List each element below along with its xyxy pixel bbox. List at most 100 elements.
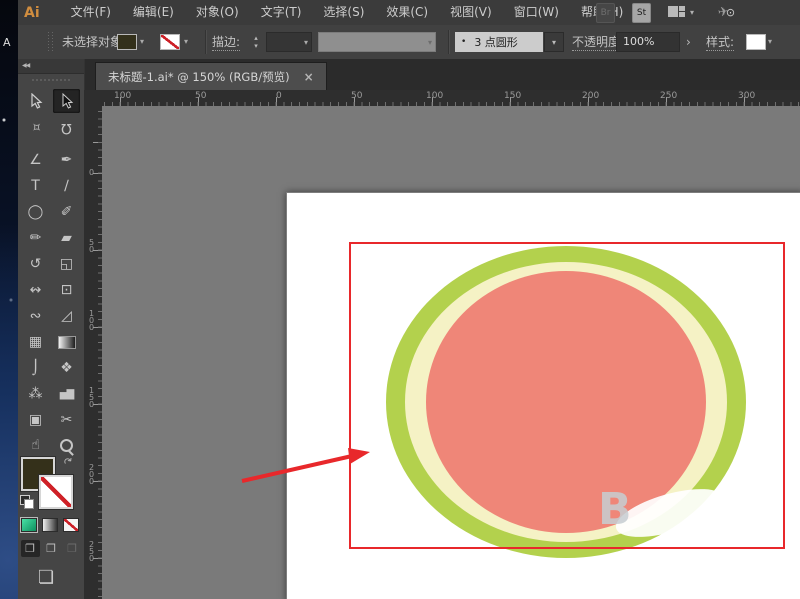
gradient-tool[interactable] — [53, 330, 80, 354]
opacity-input[interactable]: 100% — [616, 32, 680, 52]
eyedropper-tool[interactable]: ⌡ — [22, 356, 49, 380]
draw-inside-button[interactable]: ❐ — [63, 540, 82, 557]
panel-grip[interactable] — [48, 32, 54, 52]
hand-tool[interactable]: ☝ — [22, 433, 49, 457]
workspace-grid-icon — [668, 6, 686, 18]
width-icon: ↭ — [30, 282, 42, 298]
gradient-button[interactable] — [42, 518, 58, 532]
stroke-color-swatch[interactable] — [160, 34, 180, 50]
fill-chevron-icon[interactable]: ▾ — [140, 37, 144, 46]
ruler-tick-label: 0 — [276, 91, 282, 101]
free-transform-tool[interactable]: ⊡ — [53, 278, 80, 302]
eraser-tool[interactable]: ▰ — [53, 226, 80, 250]
gradient-icon — [58, 336, 76, 349]
menu-type[interactable]: 文字(T) — [250, 0, 313, 25]
mesh-tool[interactable]: ▦ — [22, 330, 49, 354]
menu-edit[interactable]: 编辑(E) — [122, 0, 185, 25]
style-swatch[interactable] — [746, 34, 766, 50]
stroke-weight-stepper[interactable]: ▴▾ — [250, 32, 262, 52]
column-graph-tool[interactable]: ▅▇ — [53, 382, 80, 406]
draw-behind-button[interactable]: ❐ — [42, 540, 61, 557]
symbol-sprayer-tool[interactable]: ⁂ — [22, 382, 49, 406]
eraser-icon: ▰ — [61, 230, 72, 246]
paint-type-buttons — [21, 518, 81, 532]
canvas-area[interactable]: B — [102, 106, 800, 599]
rotate-icon: ↺ — [30, 256, 42, 272]
stepper-down-icon[interactable]: ▾ — [254, 42, 258, 50]
line-segment-tool[interactable]: ∕ — [53, 174, 80, 198]
vertical-ruler[interactable]: 0 50 100 150 200 250 — [84, 106, 103, 599]
divider — [448, 30, 450, 54]
scale-icon: ◱ — [60, 256, 73, 272]
brush-chevron-button[interactable]: ▾ — [544, 32, 564, 52]
panel-drag-handle[interactable] — [32, 76, 70, 84]
color-button[interactable] — [21, 518, 37, 532]
shape-builder-tool[interactable]: ∾ — [22, 304, 49, 328]
paintbrush-tool[interactable]: ✐ — [53, 200, 80, 224]
desktop-background: A — [0, 0, 18, 599]
stock-badge-icon[interactable]: St — [632, 3, 651, 23]
document-tab[interactable]: 未标题-1.ai* @ 150% (RGB/预览) × — [95, 62, 327, 91]
perspective-grid-icon: ◿ — [61, 308, 72, 324]
ruler-tick-label: 100 — [114, 91, 131, 101]
menu-select[interactable]: 选择(S) — [312, 0, 375, 25]
scale-tool[interactable]: ◱ — [53, 252, 80, 276]
stroke-chevron-icon[interactable]: ▾ — [184, 37, 188, 46]
stroke-color-box[interactable] — [39, 475, 73, 509]
menu-file[interactable]: 文件(F) — [60, 0, 122, 25]
workspace-switcher-icon[interactable]: ▾ — [668, 3, 694, 21]
slice-tool[interactable]: ✂ — [53, 408, 80, 432]
type-tool[interactable]: T — [22, 174, 49, 198]
artboard-tool[interactable]: ▣ — [22, 408, 49, 432]
stepper-up-icon[interactable]: ▴ — [254, 34, 258, 42]
pen-tool[interactable]: ∠ — [22, 148, 49, 172]
blend-tool[interactable]: ❖ — [53, 356, 80, 380]
lasso-tool[interactable]: Ω — [53, 116, 80, 140]
width-tool[interactable]: ↭ — [22, 278, 49, 302]
rotate-tool[interactable]: ↺ — [22, 252, 49, 276]
pencil-tool[interactable]: ✏ — [22, 226, 49, 250]
curvature-pen-tool[interactable]: ✒ — [53, 148, 80, 172]
horizontal-ruler[interactable]: 100 50 0 50 100 150 200 250 300 — [102, 90, 800, 107]
tab-close-button[interactable]: × — [304, 70, 314, 84]
illustrator-window: A Ai 文件(F) 编辑(E) 对象(O) 文字(T) 选择(S) 效果(C)… — [0, 0, 800, 599]
style-label[interactable]: 样式: — [706, 25, 734, 59]
ruler-tick-label: 100 — [426, 91, 443, 101]
ruler-tick-label: 50 — [351, 91, 362, 101]
ellipse-tool[interactable]: ◯ — [22, 200, 49, 224]
screen-mode-button[interactable]: ❏ — [38, 567, 54, 588]
menu-effect[interactable]: 效果(C) — [375, 0, 439, 25]
style-chevron-icon[interactable]: ▾ — [768, 37, 772, 46]
menu-object[interactable]: 对象(O) — [185, 0, 250, 25]
stroke-weight-select[interactable]: ▾ — [266, 32, 312, 52]
mesh-icon: ▦ — [29, 334, 42, 350]
perspective-grid-tool[interactable]: ◿ — [53, 304, 80, 328]
divider — [205, 30, 207, 54]
brush-definition-select[interactable]: • 3 点圆形 — [455, 32, 543, 52]
pen-icon: ∠ — [29, 152, 42, 168]
default-fill-stroke-icon[interactable] — [20, 495, 34, 509]
share-button[interactable]: ✈ ⊙ — [718, 3, 735, 21]
magic-wand-tool[interactable]: ✧ — [22, 116, 49, 140]
menu-view[interactable]: 视图(V) — [439, 0, 503, 25]
artboard-icon: ▣ — [29, 412, 42, 428]
paintbrush-icon: ✐ — [61, 204, 73, 220]
bridge-badge-icon[interactable]: Br — [596, 3, 615, 23]
none-button[interactable] — [63, 518, 79, 532]
fill-color-swatch[interactable] — [117, 34, 137, 50]
menu-window[interactable]: 窗口(W) — [503, 0, 570, 25]
pencil-icon: ✏ — [30, 230, 42, 246]
draw-normal-button[interactable]: ❐ — [21, 540, 40, 557]
free-transform-icon: ⊡ — [61, 282, 73, 298]
ruler-tick-label: 150 — [504, 91, 521, 101]
opacity-more-button[interactable]: › — [686, 32, 698, 52]
selection-tool[interactable] — [53, 89, 80, 113]
send-icon: ✈ — [717, 4, 730, 20]
ruler-tick-label: 100 — [87, 309, 96, 330]
stroke-weight-label[interactable]: 描边: — [212, 25, 240, 59]
brush-preview-dot: • — [461, 37, 466, 47]
width-profile-select: ▾ — [318, 32, 436, 52]
ruler-origin-corner[interactable] — [84, 90, 103, 107]
direct-selection-tool[interactable] — [22, 89, 49, 113]
panel-collapse-button[interactable]: ◀◀ — [18, 59, 84, 74]
